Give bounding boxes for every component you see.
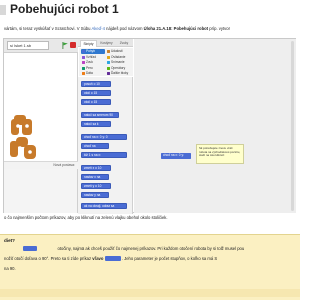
hint-line-3: na 90. xyxy=(4,266,16,271)
title-marker xyxy=(0,5,6,15)
category-label: Snímanie xyxy=(111,60,125,64)
script-block-label: choď na x: 0 y: xyxy=(161,153,191,159)
tab-costumes[interactable]: Kostýmy xyxy=(98,40,115,47)
category-label: Vzhľad xyxy=(86,54,96,59)
block-go-to-xy[interactable]: choď na x: 0 y: 0 xyxy=(81,134,127,140)
category-label: Ďalšie bloky xyxy=(111,71,129,75)
category-label: Operátory xyxy=(111,65,126,70)
category-label: Udalosti xyxy=(111,49,123,53)
inline-block-placeholder xyxy=(38,246,56,250)
intro-before: vártám, si teraz vyskúšať v Scratchovi. … xyxy=(4,26,91,31)
looks-dot-icon xyxy=(82,55,85,59)
title-bar: Pobehujúci robot 1 xyxy=(0,0,300,20)
script-area[interactable]: choď na x: 0 y: Sk potrebujete znovu vrá… xyxy=(134,39,296,213)
block-categories: Pohyb Vzhľad Zvuk Pero Dáta Udalosti Ovl… xyxy=(79,48,133,76)
category-more-blocks[interactable]: Ďalšie bloky xyxy=(106,71,132,76)
stage[interactable] xyxy=(4,53,78,161)
hint-text-2c: . Jeho parameter je počet stupňov, o koľ… xyxy=(121,256,218,261)
hint-line-1: otočiny, najmä ak chceš použiť čo najmen… xyxy=(4,246,244,252)
script-note[interactable]: Sk potrebujete znovu vráti robota na výc… xyxy=(196,144,244,164)
script-scrollbar[interactable] xyxy=(291,41,294,211)
block-change-x[interactable]: zmeň x o 10 xyxy=(81,165,111,171)
intro-text: vártám, si teraz vyskúšať v Scratchovi. … xyxy=(4,26,300,32)
instruction-text: o čo najmenším počtom príkazov, aby po k… xyxy=(4,215,168,220)
block-glide[interactable]: kĺž 1 s na x: xyxy=(81,152,127,158)
scratch-editor: sí lsket 1.sb Nová postava: Skrípty Kost… xyxy=(3,38,296,214)
hint-title: diet? xyxy=(4,238,15,243)
inline-block-turn-left xyxy=(104,256,121,262)
intro-link[interactable]: Akeď-4 xyxy=(91,26,105,31)
events-dot-icon xyxy=(107,50,110,54)
intro-middle: nájdeš pod názvom xyxy=(106,26,144,31)
block-point-direction[interactable]: natoč sa smerom 90 xyxy=(81,112,119,118)
sensing-dot-icon xyxy=(107,61,110,65)
block-turn-right[interactable]: otoč o 15 xyxy=(81,90,111,96)
data-dot-icon xyxy=(82,72,85,76)
sound-dot-icon xyxy=(82,61,85,65)
operators-dot-icon xyxy=(107,66,110,70)
category-label: Pohyb xyxy=(86,49,96,53)
block-change-y[interactable]: zmeň y o 10 xyxy=(81,183,111,189)
hint-box: diet? otočiny, najmä ak chceš použiť čo … xyxy=(0,234,300,300)
stop-icon[interactable] xyxy=(70,42,76,48)
page-title: Pobehujúci robot 1 xyxy=(10,2,119,16)
intro-after: príp. vytvor xyxy=(209,26,230,31)
block-move[interactable]: posuň o 10 xyxy=(81,81,111,87)
hint-bottom-band xyxy=(0,289,300,297)
pen-dot-icon xyxy=(82,66,85,70)
block-turn-left[interactable]: otoč o 15 xyxy=(81,99,111,105)
motion-dot-icon xyxy=(82,50,85,54)
block-bounce[interactable]: ak na okraji, odraz sa xyxy=(81,203,127,209)
category-data[interactable]: Dáta xyxy=(81,71,105,76)
block-set-y[interactable]: nastav y na xyxy=(81,192,109,198)
tab-scripts[interactable]: Skrípty xyxy=(80,40,97,47)
sprite-panel xyxy=(4,169,78,213)
category-label: Ovládanie xyxy=(111,54,126,59)
more-blocks-dot-icon xyxy=(107,72,110,76)
script-block-go-to[interactable]: choď na x: 0 y: xyxy=(161,153,191,159)
green-flag-icon[interactable] xyxy=(62,42,68,49)
category-label: Pero xyxy=(86,65,93,70)
editor-tabs: Skrípty Kostýmy Zvuky xyxy=(78,39,133,47)
project-title-input[interactable]: sí lsket 1.sb xyxy=(7,41,49,50)
hint-text-2a: nožiť otočí doľava o 90°. Preto sa ti zí… xyxy=(4,256,93,261)
category-label: Dáta xyxy=(86,71,93,75)
block-palette: posuň o 10 otoč o 15 otoč o 15 natoč sa … xyxy=(78,77,133,214)
new-sprite-label: Nová postava: xyxy=(53,163,75,167)
stage-footer: Nová postava: xyxy=(4,161,78,169)
intro-task: Úloha 21.A.18: Pobehujúci robot xyxy=(143,26,209,31)
category-label: Zvuk xyxy=(86,60,93,64)
stage-toolbar: sí lsket 1.sb xyxy=(4,39,78,53)
control-dot-icon xyxy=(107,55,110,59)
tab-sounds[interactable]: Zvuky xyxy=(116,40,132,47)
inline-block-placeholder xyxy=(4,246,22,250)
hint-line-2: nožiť otočí doľava o 90°. Preto sa ti zí… xyxy=(4,256,217,262)
inline-block-1 xyxy=(23,246,38,252)
block-go-to[interactable]: choď na xyxy=(81,143,109,149)
hint-text-1: otočiny, najmä ak chceš použiť čo najmen… xyxy=(57,246,245,251)
block-set-x[interactable]: nastav x na xyxy=(81,174,109,180)
hint-text-2b: vľavo xyxy=(92,256,104,261)
robot-sprite[interactable] xyxy=(10,115,38,161)
block-point-towards[interactable]: natoč sa k xyxy=(81,121,111,127)
